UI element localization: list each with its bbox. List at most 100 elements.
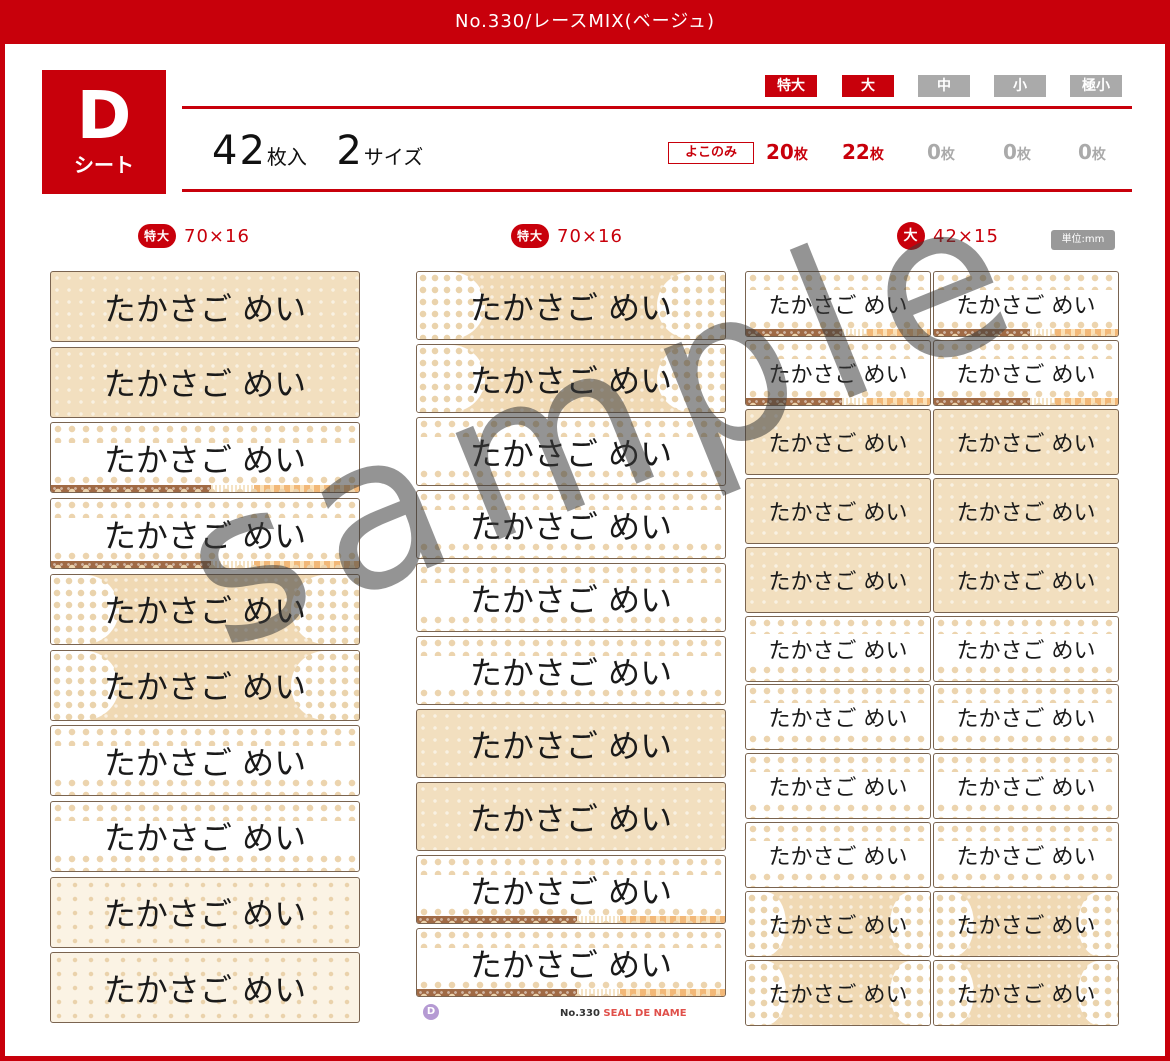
size-badge: 大 [897,222,925,250]
name-label: たかさご めい [50,422,360,494]
footer-brand: SEAL DE NAME [603,1008,687,1019]
name-label: たかさご めい [50,876,360,948]
name-label: たかさご めい [50,346,360,418]
child-name: たかさご めい [768,294,908,319]
name-label: たかさご めい [745,891,931,958]
child-name: たかさご めい [956,431,1096,457]
divider-bottom [182,189,1132,192]
child-name: たかさご めい [469,507,673,546]
piece-count-num: 0 [927,140,941,164]
footer-model: No.330 [560,1008,600,1019]
child-name: たかさご めい [103,668,307,706]
piece-count-unit: 枚 [793,147,808,163]
size-count: 2 [336,128,364,174]
name-label: たかさご めい [933,546,1119,613]
name-label: たかさご めい [50,649,360,721]
piece-count: 0枚 [1003,140,1031,164]
size-box: 極小 [1070,75,1122,97]
name-label: たかさご めい [416,344,726,413]
size-box: 中 [918,75,970,97]
name-label: たかさご めい [416,928,726,997]
name-label: たかさご めい [745,684,931,751]
piece-count-num: 22 [842,140,870,164]
child-name: たかさご めい [469,361,673,400]
name-label: たかさご めい [745,408,931,475]
label-dimensions: 70×16 [557,225,623,247]
name-label: たかさご めい [50,498,360,570]
name-label: たかさご めい [416,490,726,559]
size-box: 特大 [765,75,817,97]
name-label: たかさご めい [416,782,726,851]
name-label: たかさご めい [416,563,726,632]
label-dimensions: 42×15 [933,225,999,247]
child-name: たかさご めい [768,638,908,664]
size-badge: 特大 [511,224,550,248]
name-label: たかさご めい [933,339,1119,406]
name-label: たかさご めい [50,952,360,1024]
name-label: たかさご めい [745,477,931,544]
child-name: たかさご めい [956,845,1096,871]
child-name: たかさご めい [768,983,908,1008]
name-label: たかさご めい [745,822,931,889]
name-label: たかさご めい [745,753,931,820]
piece-count-unit: 枚 [1016,147,1031,163]
child-name: たかさご めい [768,362,908,388]
column-header: 大 42×15 [897,222,999,250]
child-name: たかさご めい [956,776,1096,802]
name-label: たかさご めい [416,709,726,778]
child-name: たかさご めい [103,289,307,328]
child-name: たかさご めい [469,434,673,473]
name-label: たかさご めい [745,271,931,337]
name-label: たかさご めい [933,753,1119,820]
child-name: たかさご めい [103,592,307,631]
piece-count-num: 0 [1003,140,1017,164]
piece-count-unit: 枚 [869,147,884,163]
name-label: たかさご めい [933,684,1119,751]
child-name: たかさご めい [469,945,673,984]
piece-count: 0枚 [927,140,955,164]
name-label: たかさご めい [933,408,1119,475]
child-name: たかさご めい [768,431,908,457]
size-badge: 特大 [138,224,177,248]
size-box: 大 [842,75,894,97]
child-name: たかさご めい [956,294,1096,319]
sheet-badge: D シート [42,70,166,194]
piece-count-unit: 枚 [1091,147,1106,163]
child-name: たかさご めい [103,516,307,555]
child-name: たかさご めい [469,288,673,327]
column-header: 特大 70×16 [138,222,250,250]
child-name: たかさご めい [768,776,908,802]
divider-top [182,106,1132,109]
name-label: たかさご めい [933,891,1119,958]
child-name: たかさご めい [956,707,1096,733]
child-name: たかさご めい [103,819,307,858]
footer-sheet-badge: D [423,1004,439,1020]
size-box: 小 [994,75,1046,97]
label-count-unit: 枚入 [266,145,307,169]
name-label: たかさご めい [416,636,726,705]
piece-count: 22枚 [842,140,884,164]
unit-label: 単位:mm [1051,230,1115,250]
piece-count: 0枚 [1078,140,1106,164]
child-name: たかさご めい [768,914,908,940]
child-name: たかさご めい [103,895,307,934]
name-label: たかさご めい [933,615,1119,682]
child-name: たかさご めい [103,440,307,479]
name-label: たかさご めい [933,477,1119,544]
name-label: たかさご めい [416,417,726,486]
name-label: たかさご めい [50,725,360,797]
name-label: たかさご めい [50,573,360,645]
name-label: たかさご めい [50,800,360,872]
name-label: たかさご めい [933,960,1119,1026]
name-label: たかさご めい [416,855,726,924]
child-name: たかさご めい [956,500,1096,526]
child-name: たかさご めい [956,914,1096,940]
sheet-summary: 42枚入 2サイズ [212,128,423,174]
title-bar: No.330/レースMIX(ベージュ) [0,0,1170,44]
name-label: たかさご めい [50,271,360,342]
child-name: たかさご めい [768,845,908,871]
child-name: たかさご めい [469,726,673,765]
child-name: たかさご めい [956,983,1096,1008]
child-name: たかさご めい [469,653,673,692]
piece-count-num: 0 [1078,140,1092,164]
